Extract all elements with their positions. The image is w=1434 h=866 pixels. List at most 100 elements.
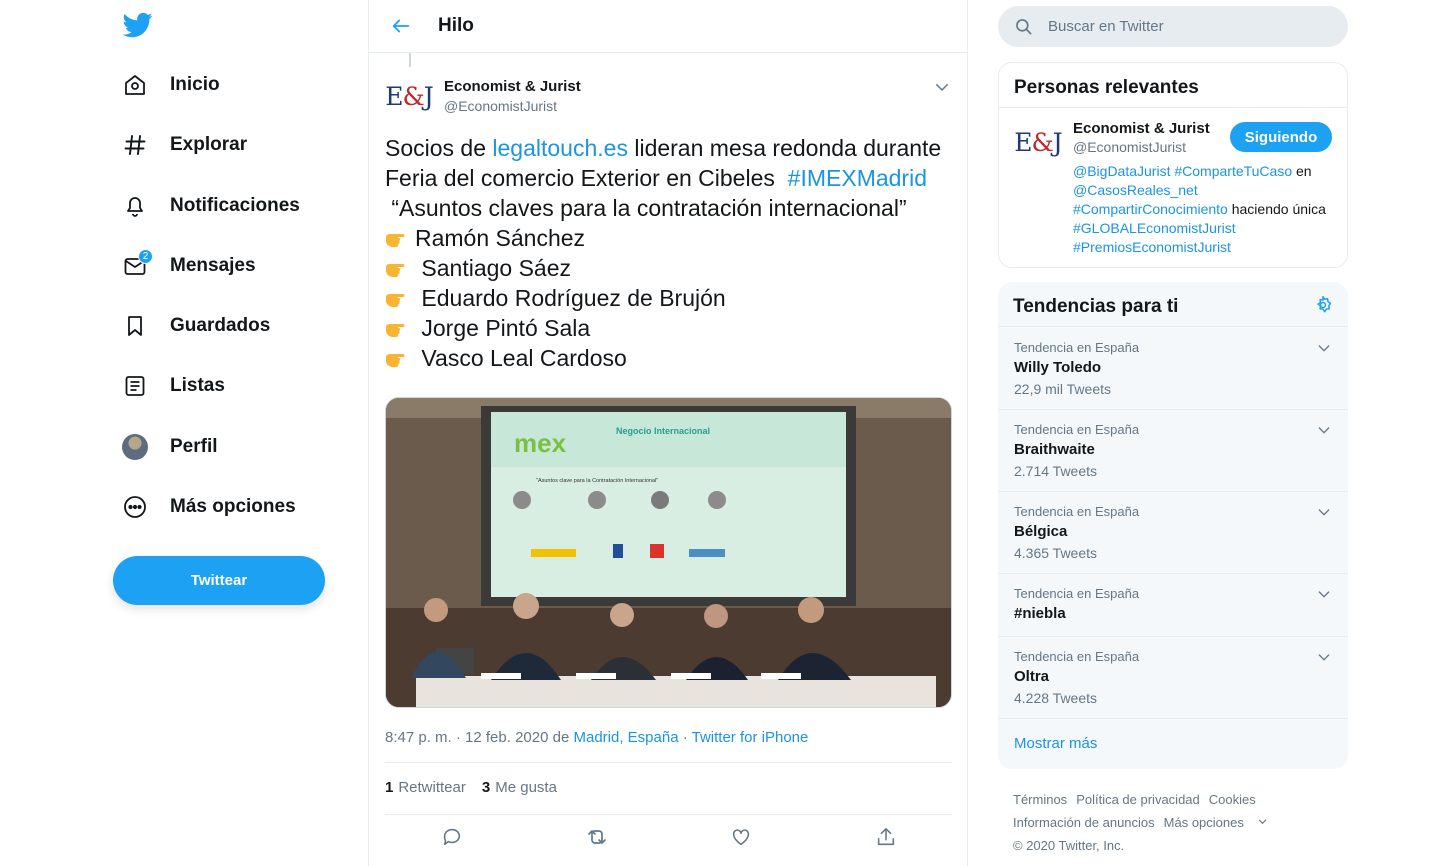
pointing-hand-icon xyxy=(385,316,413,338)
back-arrow-icon[interactable] xyxy=(389,14,413,38)
chevron-down-icon[interactable] xyxy=(1316,504,1332,520)
trend-name: Bélgica xyxy=(1014,523,1068,540)
panelist-name: Santiago Sáez xyxy=(415,255,572,281)
bio-mention[interactable]: @BigDataJurist xyxy=(1073,163,1170,179)
author-name[interactable]: Economist & Jurist xyxy=(444,78,581,95)
chevron-down-icon[interactable] xyxy=(1316,649,1332,665)
trend-context: Tendencia en España xyxy=(1014,504,1140,519)
person-avatar[interactable]: E & J xyxy=(1014,118,1063,166)
chevron-down-icon[interactable] xyxy=(1316,340,1332,356)
chevron-down-icon[interactable] xyxy=(933,78,951,96)
footer-cookies-link[interactable]: Cookies xyxy=(1209,792,1256,807)
retweets-count: 1 xyxy=(385,779,394,796)
nav-label: Mensajes xyxy=(170,255,256,276)
twitter-bird-icon[interactable] xyxy=(122,10,153,40)
nav-item-listas[interactable]: Listas xyxy=(113,364,225,408)
nav-item-explorar[interactable]: Explorar xyxy=(113,123,247,167)
footer: Términos Política de privacidad Cookies In… xyxy=(1013,788,1343,857)
trend-name: #niebla xyxy=(1014,605,1066,622)
bookmark-icon xyxy=(122,313,148,339)
nav-item-guardados[interactable]: Guardados xyxy=(113,304,270,348)
tweet-meta: 8:47 p. m. · 12 feb. 2020 de Madrid, Esp… xyxy=(385,729,808,746)
trend-item[interactable]: Tendencia en España #niebla xyxy=(998,574,1348,637)
tweet-text: Socios de legaltouch.es lideran mesa red… xyxy=(385,133,955,373)
retweets-stat[interactable]: 1 Retwittear xyxy=(385,779,466,796)
pointing-hand-icon xyxy=(385,256,413,278)
trend-name: Braithwaite xyxy=(1014,441,1095,458)
trends-title: Tendencias para ti xyxy=(998,282,1348,327)
bio-hashtag[interactable]: #ComparteTuCaso xyxy=(1174,163,1292,179)
nav-label: Perfil xyxy=(170,436,218,457)
show-more-link[interactable]: Mostrar más xyxy=(1014,735,1097,752)
nav-label: Explorar xyxy=(170,134,248,155)
tweet-link[interactable]: legaltouch.es xyxy=(492,135,628,161)
bio-text: en xyxy=(1292,163,1312,179)
trend-item[interactable]: Tendencia en España Oltra 4.228 Tweets xyxy=(998,637,1348,719)
author-avatar[interactable]: E & J xyxy=(385,72,434,120)
trend-count: 4.228 Tweets xyxy=(1014,690,1098,706)
trend-item[interactable]: Tendencia en España Bélgica 4.365 Tweets xyxy=(998,492,1348,574)
retweet-icon[interactable] xyxy=(584,824,610,850)
tweet-timestamp[interactable]: 8:47 p. m. · 12 feb. 2020 xyxy=(385,729,548,746)
nav-label: Inicio xyxy=(170,74,220,95)
mail-icon: 2 xyxy=(122,249,153,279)
tweet-author[interactable]: E & J Economist & Jurist @EconomistJurist xyxy=(385,72,581,120)
reply-icon[interactable] xyxy=(439,824,465,850)
trend-context: Tendencia en España xyxy=(1014,586,1140,601)
like-heart-icon[interactable] xyxy=(728,824,754,850)
nav-item-inicio[interactable]: Inicio xyxy=(113,63,220,107)
tweet-button[interactable]: Twittear xyxy=(113,556,325,605)
nav-item-mensajes[interactable]: 2 Mensajes xyxy=(113,244,256,288)
footer-privacy-link[interactable]: Política de privacidad xyxy=(1076,792,1200,807)
tweet-location[interactable]: Madrid, España xyxy=(573,729,678,746)
tweet-source[interactable]: Twitter for iPhone xyxy=(692,729,809,746)
gear-icon[interactable] xyxy=(1313,295,1333,315)
nav-label: Notificaciones xyxy=(170,195,300,216)
share-icon[interactable] xyxy=(873,824,899,850)
svg-text:mex: mex xyxy=(514,428,567,458)
bio-hashtag[interactable]: #PremiosEconomistJurist xyxy=(1073,239,1231,255)
person-name[interactable]: Economist & Jurist xyxy=(1073,120,1210,137)
retweets-label: Retwittear xyxy=(398,779,466,796)
likes-stat[interactable]: 3 Me gusta xyxy=(482,779,557,796)
following-button[interactable]: Siguiendo xyxy=(1230,122,1332,152)
likes-count: 3 xyxy=(481,779,491,796)
chevron-down-icon[interactable] xyxy=(1316,586,1332,602)
nav-label: Listas xyxy=(170,375,225,396)
trend-name: Willy Toledo xyxy=(1014,359,1102,376)
panelist-name: Jorge Pintó Sala xyxy=(415,315,591,341)
hashtag-icon xyxy=(122,132,148,158)
trend-context: Tendencia en España xyxy=(1014,422,1140,437)
profile-avatar xyxy=(122,434,148,460)
footer-terms-link[interactable]: Términos xyxy=(1013,792,1067,807)
nav-label: Más opciones xyxy=(170,496,296,517)
footer-more-options[interactable]: Más opciones xyxy=(1164,815,1268,830)
bio-mention[interactable]: @CasosReales_net xyxy=(1073,182,1198,198)
tweet-meta-de: de xyxy=(552,729,570,746)
bio-hashtag[interactable]: #CompartirConocimiento xyxy=(1073,201,1228,217)
bell-icon xyxy=(122,193,148,219)
nav-item-perfil[interactable]: Perfil xyxy=(113,425,218,469)
tweet-photo[interactable]: mex Negocio Internacional "Asuntos clave… xyxy=(385,397,952,708)
pointing-hand-icon xyxy=(385,226,413,248)
nav-item-mas-opciones[interactable]: Más opciones xyxy=(113,485,296,529)
trend-count: 4.365 Tweets xyxy=(1014,545,1098,561)
bio-hashtag[interactable]: #GLOBALEconomistJurist xyxy=(1073,220,1236,236)
footer-ads-link[interactable]: Información de anuncios xyxy=(1013,815,1155,830)
more-icon xyxy=(122,494,148,520)
divider xyxy=(385,814,952,815)
person-handle[interactable]: @EconomistJurist xyxy=(1073,139,1186,155)
panelist-name: Vasco Leal Cardoso xyxy=(415,345,627,371)
relevant-people-card: Personas relevantes E & J Economist & Juri… xyxy=(998,62,1348,268)
hashtag-link[interactable]: #IMEXMadrid xyxy=(788,165,927,191)
svg-text:Negocio Internacional: Negocio Internacional xyxy=(616,426,710,436)
chevron-down-icon[interactable] xyxy=(1316,422,1332,438)
nav-item-notificaciones[interactable]: Notificaciones xyxy=(113,184,300,228)
trends-card: Tendencias para ti Tendencia en España W… xyxy=(998,282,1348,769)
search-input[interactable] xyxy=(1048,18,1328,35)
trend-item[interactable]: Tendencia en España Braithwaite 2.714 Tw… xyxy=(998,410,1348,492)
search-bar[interactable] xyxy=(998,6,1348,47)
trend-item[interactable]: Tendencia en España Willy Toledo 22,9 mi… xyxy=(998,328,1348,410)
tweet-text-part: Feria del comercio Exterior en Cibeles xyxy=(385,165,788,191)
author-handle[interactable]: @EconomistJurist xyxy=(444,98,581,114)
